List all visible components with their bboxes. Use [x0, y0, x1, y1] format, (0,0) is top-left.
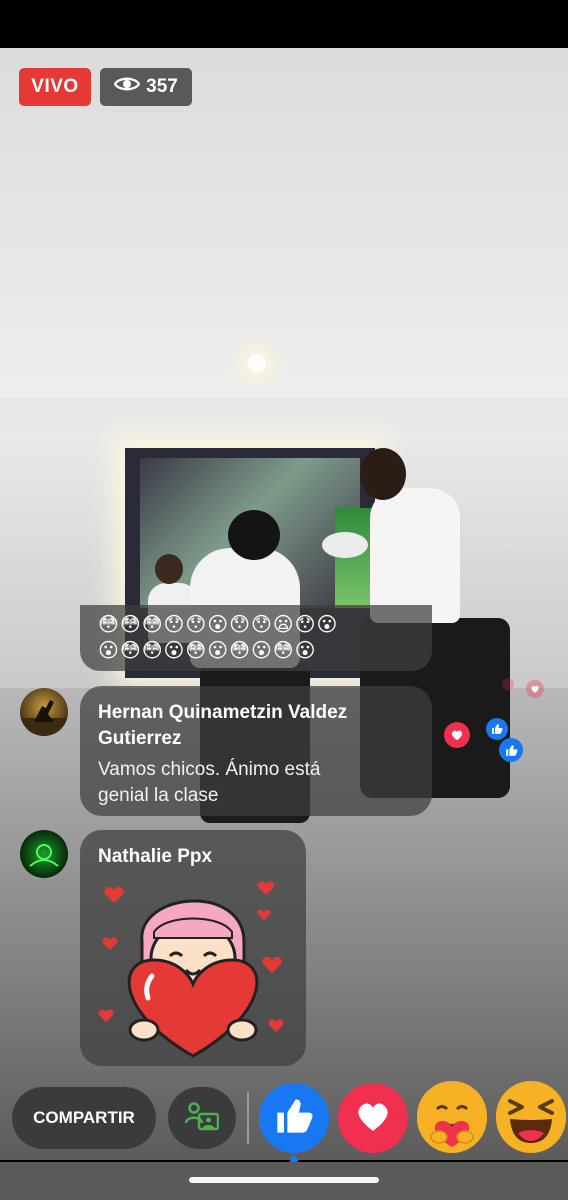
floating-love-reaction [444, 722, 470, 748]
comment-bubble: Hernan Quinametzin Valdez Gutierrez Vamo… [80, 686, 432, 816]
video-person-right-head [360, 448, 406, 500]
live-label: VIVO [31, 76, 79, 97]
viewer-count-badge: 357 [100, 68, 192, 106]
viewer-count: 357 [146, 76, 178, 97]
haha-reaction-button[interactable] [496, 1080, 566, 1156]
emoji-row-1: 😳😳😳😯😯😮😯😯😦😯😮 [98, 614, 339, 636]
bar-divider [247, 1092, 249, 1144]
status-bar [0, 0, 568, 48]
video-person-right [370, 488, 460, 623]
comment-text-line2: genial la clase [98, 785, 219, 806]
video-lightbulb [248, 354, 266, 372]
heart-girl-sticker [96, 872, 292, 1063]
emoji-row-2: 😮😳😳😮😳😮😳😮😳😮 [98, 640, 317, 662]
comment-author[interactable]: Hernan Quinametzin Valdez [98, 700, 347, 725]
video-person-left-head [228, 510, 280, 560]
picture-in-picture-icon [184, 1101, 220, 1136]
floating-love-reaction [526, 680, 544, 698]
comment-bubble: Nathalie Ppx [80, 830, 306, 1066]
video-kick-pad [322, 532, 368, 558]
floating-like-reaction [486, 718, 508, 740]
share-button[interactable]: COMPARTIR [12, 1087, 156, 1149]
love-reaction-button[interactable] [338, 1083, 408, 1153]
comment-author-line2[interactable]: Gutierrez [98, 726, 181, 751]
laughing-emoji-icon [496, 1080, 566, 1156]
eye-icon [113, 75, 141, 99]
avatar[interactable] [20, 688, 68, 736]
floating-love-reaction [502, 678, 514, 690]
video-person-child-head [155, 554, 183, 584]
floating-like-reaction [499, 738, 523, 762]
avatar[interactable] [20, 830, 68, 878]
care-emoji-icon [417, 1080, 487, 1156]
like-reaction-button[interactable] [259, 1083, 329, 1153]
picture-in-picture-button[interactable] [168, 1087, 236, 1149]
comment-emoji-bubble: 😳😳😳😯😯😮😯😯😦😯😮 😮😳😳😮😳😮😳😮😳😮 [80, 605, 432, 671]
live-badge: VIVO [19, 68, 91, 106]
comment-text: Vamos chicos. Ánimo está [98, 759, 321, 780]
thumbs-up-icon [274, 1096, 314, 1141]
home-gesture-handle[interactable] [189, 1177, 379, 1183]
care-reaction-button[interactable] [417, 1080, 487, 1156]
heart-icon [353, 1096, 393, 1141]
comment-author[interactable]: Nathalie Ppx [98, 844, 212, 869]
